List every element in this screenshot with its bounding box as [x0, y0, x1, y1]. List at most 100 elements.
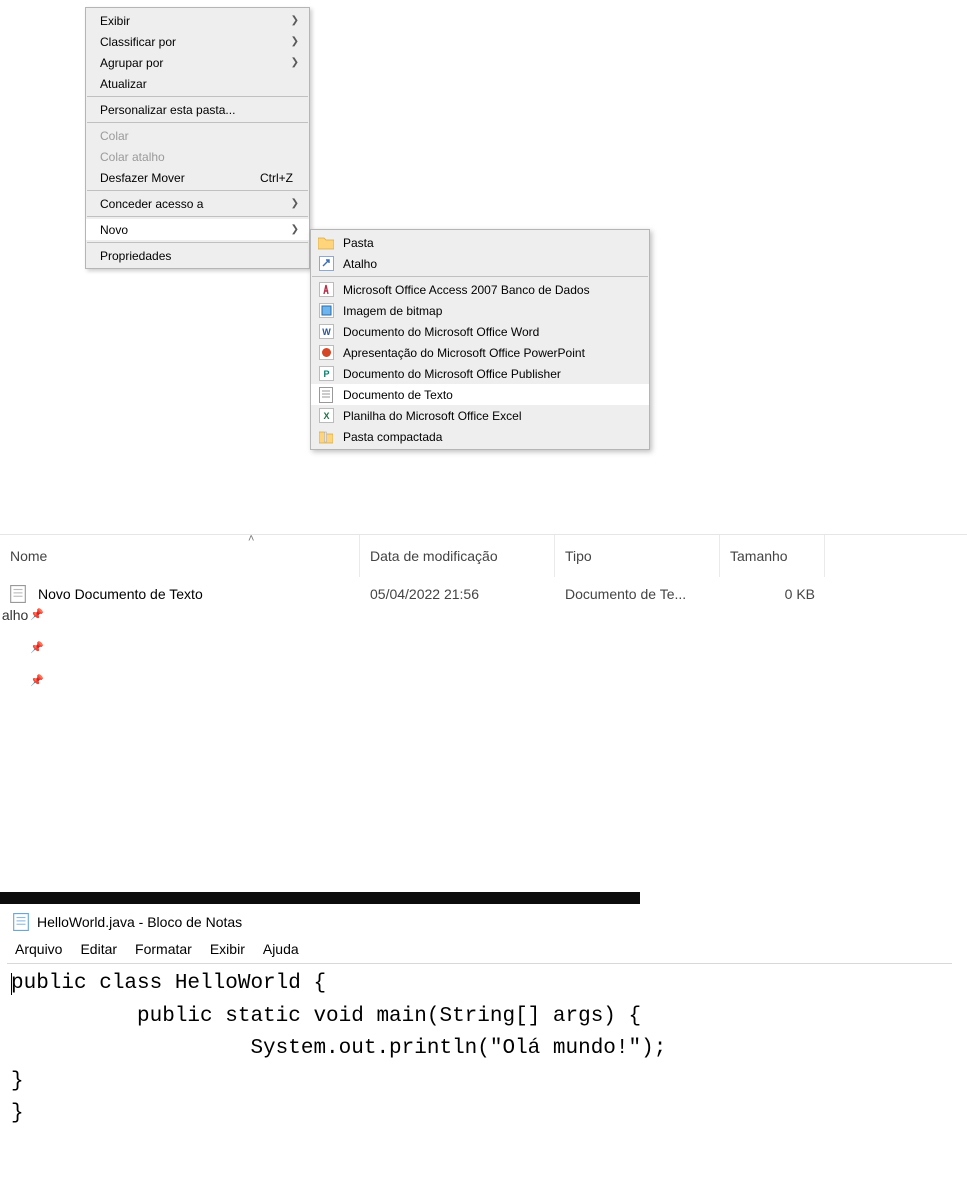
file-row[interactable]: Novo Documento de Texto 05/04/2022 21:56…	[0, 577, 967, 611]
window-title: HelloWorld.java - Bloco de Notas	[37, 914, 242, 930]
notepad-titlebar[interactable]: HelloWorld.java - Bloco de Notas	[7, 909, 952, 937]
separator	[87, 122, 308, 123]
text-file-icon	[317, 387, 335, 403]
submenu-item-zip[interactable]: Pasta compactada	[311, 426, 649, 447]
file-date-cell: 05/04/2022 21:56	[360, 586, 555, 602]
submenu-label: Planilha do Microsoft Office Excel	[343, 409, 522, 423]
column-label: Nome	[10, 548, 47, 564]
shortcut-icon	[317, 256, 335, 272]
submenu-novo: Pasta Atalho Microsoft Office Access 200…	[310, 229, 650, 450]
column-label: Data de modificação	[370, 548, 498, 564]
menu-label: Colar atalho	[100, 150, 299, 164]
chevron-right-icon: ❯	[291, 198, 299, 209]
access-icon	[317, 282, 335, 298]
context-menu: Exibir ❯ Classificar por ❯ Agrupar por ❯…	[85, 7, 310, 269]
svg-text:P: P	[323, 369, 329, 379]
menu-label: Classificar por	[100, 35, 291, 49]
submenu-item-word[interactable]: W Documento do Microsoft Office Word	[311, 321, 649, 342]
menu-item-colar: Colar	[86, 125, 309, 146]
menu-label: Conceder acesso a	[100, 197, 291, 211]
submenu-item-access[interactable]: Microsoft Office Access 2007 Banco de Da…	[311, 279, 649, 300]
file-name: Novo Documento de Texto	[38, 586, 203, 602]
menu-arquivo[interactable]: Arquivo	[15, 941, 62, 957]
submenu-item-publisher[interactable]: P Documento do Microsoft Office Publishe…	[311, 363, 649, 384]
column-header-type[interactable]: Tipo	[555, 535, 720, 577]
pin-icon: 📌	[30, 674, 44, 687]
menu-editar[interactable]: Editar	[80, 941, 117, 957]
submenu-label: Documento do Microsoft Office Publisher	[343, 367, 561, 381]
menu-item-atualizar[interactable]: Atualizar	[86, 73, 309, 94]
submenu-item-texto[interactable]: Documento de Texto	[311, 384, 649, 405]
folder-icon	[317, 235, 335, 251]
file-size-cell: 0 KB	[720, 586, 825, 602]
chevron-right-icon: ❯	[291, 224, 299, 235]
column-header-name[interactable]: Nome ˄	[0, 535, 360, 577]
submenu-item-powerpoint[interactable]: Apresentação do Microsoft Office PowerPo…	[311, 342, 649, 363]
menu-label: Colar	[100, 129, 299, 143]
submenu-label: Atalho	[343, 257, 377, 271]
separator	[312, 276, 648, 277]
menu-item-agrupar[interactable]: Agrupar por ❯	[86, 52, 309, 73]
submenu-label: Imagem de bitmap	[343, 304, 442, 318]
submenu-label: Apresentação do Microsoft Office PowerPo…	[343, 346, 585, 360]
menu-item-classificar[interactable]: Classificar por ❯	[86, 31, 309, 52]
svg-text:W: W	[322, 327, 331, 337]
quick-access-label: alho	[2, 607, 28, 623]
quick-access-item[interactable]: 📌	[0, 664, 50, 697]
menu-item-personalizar[interactable]: Personalizar esta pasta...	[86, 99, 309, 120]
menu-label: Exibir	[100, 14, 291, 28]
submenu-label: Pasta	[343, 236, 374, 250]
svg-text:X: X	[323, 411, 329, 421]
column-header-date[interactable]: Data de modificação	[360, 535, 555, 577]
menu-item-propriedades[interactable]: Propriedades	[86, 245, 309, 266]
submenu-label: Documento de Texto	[343, 388, 453, 402]
word-icon: W	[317, 324, 335, 340]
menu-item-colar-atalho: Colar atalho	[86, 146, 309, 167]
menu-label: Personalizar esta pasta...	[100, 103, 299, 117]
menu-item-desfazer[interactable]: Desfazer Mover Ctrl+Z	[86, 167, 309, 188]
explorer-header: Nome ˄ Data de modificação Tipo Tamanho	[0, 535, 967, 577]
menu-exibir[interactable]: Exibir	[210, 941, 245, 957]
file-date: 05/04/2022 21:56	[370, 586, 479, 602]
sort-ascending-icon: ˄	[248, 533, 254, 545]
submenu-label: Pasta compactada	[343, 430, 442, 444]
pin-icon: 📌	[30, 608, 44, 621]
column-label: Tipo	[565, 548, 592, 564]
menu-ajuda[interactable]: Ajuda	[263, 941, 299, 957]
notepad-window: HelloWorld.java - Bloco de Notas Arquivo…	[7, 909, 952, 1135]
submenu-label: Documento do Microsoft Office Word	[343, 325, 539, 339]
file-name-cell: Novo Documento de Texto	[0, 585, 360, 603]
menu-item-acesso[interactable]: Conceder acesso a ❯	[86, 193, 309, 214]
chevron-right-icon: ❯	[291, 15, 299, 26]
menu-label: Novo	[100, 223, 291, 237]
submenu-label: Microsoft Office Access 2007 Banco de Da…	[343, 283, 590, 297]
file-size: 0 KB	[785, 586, 815, 602]
notepad-editor[interactable]: public class HelloWorld { public static …	[7, 964, 952, 1135]
file-type: Documento de Te...	[565, 586, 686, 602]
menu-label: Atualizar	[100, 77, 299, 91]
file-type-cell: Documento de Te...	[555, 586, 720, 602]
submenu-item-atalho[interactable]: Atalho	[311, 253, 649, 274]
menu-label: Desfazer Mover	[100, 171, 260, 185]
quick-access-item[interactable]: 📌	[0, 631, 50, 664]
chevron-right-icon: ❯	[291, 36, 299, 47]
menu-label: Propriedades	[100, 249, 299, 263]
submenu-item-bitmap[interactable]: Imagem de bitmap	[311, 300, 649, 321]
excel-icon: X	[317, 408, 335, 424]
menu-item-novo[interactable]: Novo ❯	[86, 219, 309, 240]
publisher-icon: P	[317, 366, 335, 382]
column-header-size[interactable]: Tamanho	[720, 535, 825, 577]
separator	[87, 96, 308, 97]
menu-item-exibir[interactable]: Exibir ❯	[86, 10, 309, 31]
chevron-right-icon: ❯	[291, 57, 299, 68]
powerpoint-icon	[317, 345, 335, 361]
submenu-item-excel[interactable]: X Planilha do Microsoft Office Excel	[311, 405, 649, 426]
menu-formatar[interactable]: Formatar	[135, 941, 192, 957]
submenu-item-pasta[interactable]: Pasta	[311, 232, 649, 253]
separator	[87, 216, 308, 217]
quick-access-item[interactable]: alho 📌	[0, 598, 50, 631]
separator	[87, 242, 308, 243]
background-dark-bar	[0, 892, 640, 904]
menu-shortcut: Ctrl+Z	[260, 171, 293, 185]
separator	[87, 190, 308, 191]
